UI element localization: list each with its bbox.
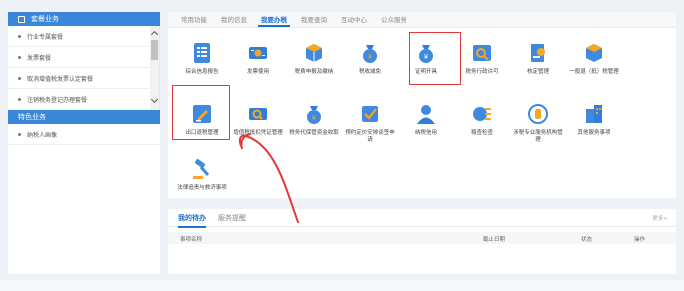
sidebar-list: 行业专属套餐 发票套餐 取消增值税发票认定套餐 注销税务登记办理套餐 bbox=[8, 26, 160, 110]
bullet-icon bbox=[18, 76, 21, 80]
function-pricing-arrangement[interactable]: 预约定价安排谈签申请 bbox=[344, 103, 396, 144]
tab-public-service[interactable]: 公众服务 bbox=[374, 12, 414, 27]
function-verification[interactable]: 核定管理 bbox=[512, 42, 564, 76]
tab-query[interactable]: 我要查询 bbox=[294, 12, 334, 27]
sidebar-item-taxpayer-profile[interactable]: 纳税人画像 bbox=[8, 124, 160, 145]
function-panel: 常用功能 我的信息 我要办税 我要查询 互动中心 公众服务 综合信息报告 发票使… bbox=[168, 12, 676, 198]
sidebar-section-title: 套餐业务 bbox=[31, 15, 59, 23]
sidebar-item-industry-package[interactable]: 行业专属套餐 bbox=[8, 26, 159, 47]
function-vat-deduction[interactable]: 增值税抵扣凭证管理 bbox=[232, 103, 284, 137]
column-action: 操作 bbox=[634, 237, 646, 243]
tab-my-info[interactable]: 我的信息 bbox=[214, 12, 254, 27]
verification-icon bbox=[531, 44, 545, 62]
page-footer-strip bbox=[0, 280, 684, 291]
tax-relief-icon: ¥ bbox=[363, 45, 377, 63]
service-agency-icon bbox=[528, 104, 548, 124]
other-services-icon bbox=[586, 105, 602, 123]
inspection-icon bbox=[473, 107, 491, 121]
function-custody-fund[interactable]: ¥ 税务代保管资金收取 bbox=[288, 103, 340, 137]
svg-text:¥: ¥ bbox=[312, 114, 317, 122]
sidebar-scrollbar[interactable] bbox=[150, 26, 159, 110]
grid-icon bbox=[8, 30, 15, 37]
sidebar-section-featured[interactable]: 特色业务 bbox=[8, 30, 160, 124]
sidebar-section-package[interactable]: 套餐业务 bbox=[8, 12, 160, 26]
function-administrative-license[interactable]: 税务行政许可 bbox=[456, 42, 508, 76]
highlight-box-certificate bbox=[409, 32, 461, 85]
sidebar-item-cancel-vat-package[interactable]: 取消增值税发票认定套餐 bbox=[8, 68, 159, 89]
declare-pay-icon bbox=[306, 44, 322, 62]
function-declare-pay[interactable]: 税费申报及缴纳 bbox=[288, 42, 340, 76]
svg-text:¥: ¥ bbox=[368, 53, 373, 61]
tab-handle-tax[interactable]: 我要办税 bbox=[254, 12, 294, 27]
legal-remedy-icon bbox=[193, 158, 210, 179]
function-legal-remedy[interactable]: 法律追责与救济事项 bbox=[176, 158, 228, 192]
administrative-license-icon bbox=[473, 45, 491, 61]
bullet-icon bbox=[18, 97, 21, 101]
vat-deduction-icon bbox=[249, 108, 267, 120]
scroll-down-icon[interactable] bbox=[150, 95, 159, 104]
sidebar-item-deregistration-package[interactable]: 注销税务登记办理套餐 bbox=[8, 89, 159, 110]
tab-common-functions[interactable]: 常用功能 bbox=[174, 12, 214, 27]
function-tax-credit[interactable]: 纳税信用 bbox=[400, 103, 452, 137]
tab-my-todo[interactable]: 我的待办 bbox=[178, 213, 206, 228]
function-inspection[interactable]: 稽查检查 bbox=[456, 103, 508, 137]
todo-tab-bar: 我的待办 服务提醒 bbox=[168, 209, 676, 228]
function-comprehensive-report[interactable]: 综合信息报告 bbox=[176, 42, 228, 76]
column-item-name: 事项名称 bbox=[180, 237, 203, 243]
tax-refund-icon bbox=[586, 44, 602, 62]
bullet-icon bbox=[18, 132, 21, 136]
function-tax-relief[interactable]: ¥ 税收减免 bbox=[344, 42, 396, 76]
sidebar-section-title: 特色业务 bbox=[18, 113, 46, 121]
highlight-box-export-refund bbox=[172, 85, 230, 140]
bullet-icon bbox=[18, 34, 21, 38]
column-deadline: 截止日期 bbox=[483, 237, 506, 243]
scroll-thumb[interactable] bbox=[151, 40, 158, 60]
bullet-icon bbox=[18, 55, 21, 59]
todo-panel: 我的待办 服务提醒 更多> 事项名称 截止日期 状态 操作 bbox=[168, 209, 676, 274]
tab-service-reminder[interactable]: 服务提醒 bbox=[218, 213, 246, 223]
column-status: 状态 bbox=[581, 237, 593, 243]
sidebar: 套餐业务 行业专属套餐 发票套餐 取消增值税发票认定套餐 注销税务登记办理套餐 … bbox=[8, 12, 160, 274]
function-other-services[interactable]: 其他服务事项 bbox=[568, 103, 620, 137]
tab-interaction-center[interactable]: 互动中心 bbox=[334, 12, 374, 27]
invoice-icon bbox=[249, 47, 267, 59]
function-tax-refund[interactable]: 一般退（抵）税管理 bbox=[568, 42, 620, 76]
custody-fund-icon: ¥ bbox=[307, 106, 321, 124]
more-link[interactable]: 更多> bbox=[652, 214, 668, 222]
sidebar-item-invoice-package[interactable]: 发票套餐 bbox=[8, 47, 159, 68]
function-service-agency[interactable]: 涉税专业服务机构管理 bbox=[512, 103, 564, 144]
todo-table-header: 事项名称 截止日期 状态 操作 bbox=[168, 232, 676, 244]
function-invoice-use[interactable]: 发票使用 bbox=[232, 42, 284, 76]
package-icon bbox=[18, 15, 25, 23]
pricing-arrangement-icon bbox=[362, 106, 378, 122]
tab-bar: 常用功能 我的信息 我要办税 我要查询 互动中心 公众服务 bbox=[168, 12, 676, 28]
tax-credit-icon bbox=[417, 105, 435, 124]
report-icon bbox=[194, 43, 210, 63]
scroll-up-icon[interactable] bbox=[150, 30, 159, 39]
